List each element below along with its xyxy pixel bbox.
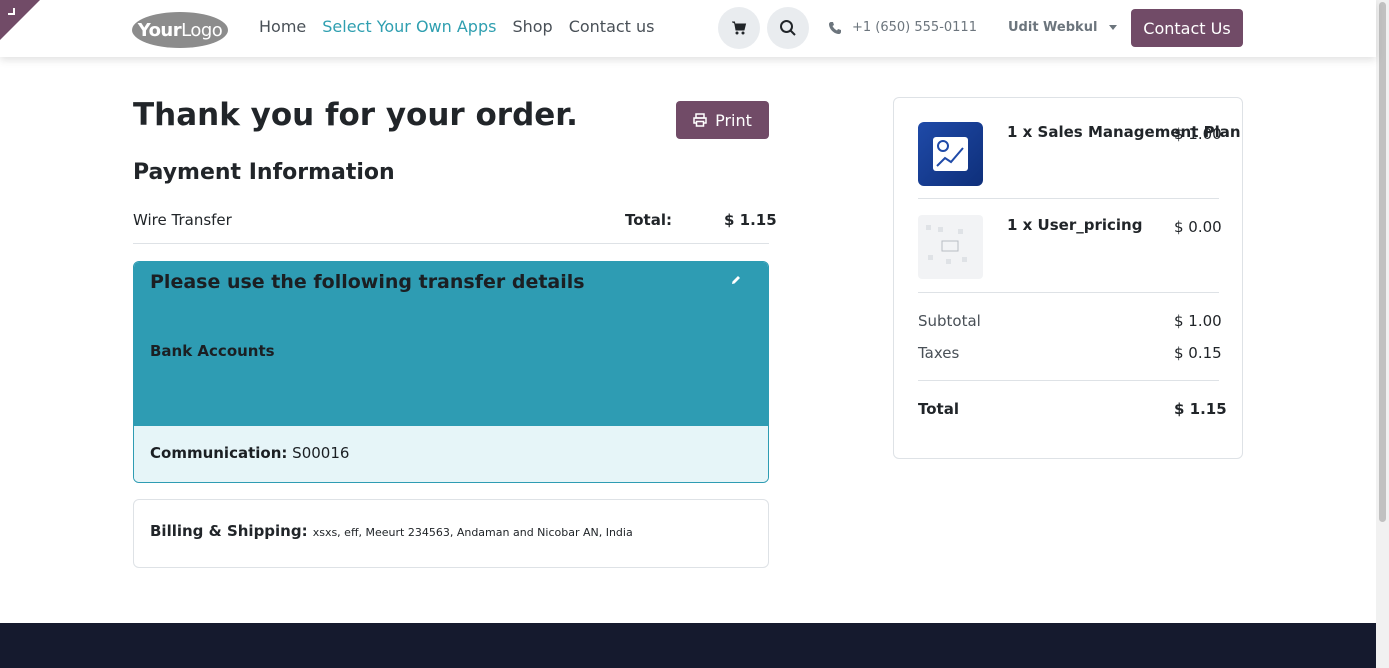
divider [918, 380, 1219, 381]
taxes-value: $ 0.15 [1174, 344, 1222, 362]
divider [918, 198, 1219, 199]
site-header: Your Logo Home Select Your Own Apps Shop … [0, 0, 1376, 57]
nav-contact-us[interactable]: Contact us [569, 17, 655, 36]
transfer-details-panel: Please use the following transfer detail… [133, 261, 769, 483]
billing-shipping-panel: Billing & Shipping: xsxs, eff, Meeurt 23… [133, 499, 769, 568]
pricing-grid-icon [926, 225, 967, 264]
item-price: $ 1.00 [1174, 125, 1222, 143]
nav-home[interactable]: Home [259, 17, 306, 36]
subtotal-value: $ 1.00 [1174, 312, 1222, 330]
order-total-label: Total: [625, 211, 672, 229]
edit-mode-corner-icon[interactable] [0, 0, 40, 40]
user-pricing-image [918, 215, 983, 279]
print-label: Print [715, 110, 752, 130]
divider [133, 243, 769, 244]
cart-icon [732, 21, 747, 35]
billing-shipping-label: Billing & Shipping: [150, 522, 308, 540]
communication-text: Communication: S00016 [150, 444, 349, 462]
payment-method: Wire Transfer [133, 211, 232, 229]
print-button[interactable]: Print [676, 101, 769, 139]
phone-icon [829, 21, 841, 34]
search-button[interactable] [767, 7, 809, 49]
transfer-details-header: Please use the following transfer detail… [134, 262, 768, 426]
chart-icon [933, 137, 968, 171]
contact-us-button[interactable]: Contact Us [1131, 9, 1243, 47]
billing-shipping-address: xsxs, eff, Meeurt 234563, Andaman and Ni… [312, 526, 633, 539]
nav-select-your-own-apps[interactable]: Select Your Own Apps [322, 17, 496, 36]
site-logo[interactable]: Your Logo [132, 12, 228, 48]
bank-accounts-label: Bank Accounts [150, 342, 275, 360]
communication-label: Communication: [150, 444, 288, 462]
transfer-details-title: Please use the following transfer detail… [150, 271, 585, 293]
item-price: $ 0.00 [1174, 218, 1222, 236]
payment-heading: Payment Information [133, 160, 395, 185]
divider [918, 292, 1219, 293]
user-name: Udit Webkul [1008, 20, 1098, 35]
subtotal-label: Subtotal [918, 312, 981, 330]
phone-link[interactable]: +1 (650) 555-0111 [828, 20, 977, 35]
summary-total-label: Total [918, 400, 959, 418]
page-scrollbar[interactable] [1376, 0, 1389, 668]
item-name: 1 x User_pricing [1007, 216, 1143, 234]
phone-number: +1 (650) 555-0111 [852, 20, 977, 35]
taxes-label: Taxes [918, 344, 960, 362]
summary-total-value: $ 1.15 [1174, 400, 1227, 418]
scrollbar-thumb[interactable] [1379, 2, 1386, 522]
site-footer [0, 623, 1376, 668]
communication-row: Communication: S00016 [134, 426, 768, 482]
order-summary-card: 1 x Sales Management Plan $ 1.00 1 x Use… [893, 97, 1243, 459]
print-icon [693, 113, 707, 127]
chevron-down-icon [1109, 25, 1118, 30]
search-icon [780, 20, 796, 36]
nav-shop[interactable]: Shop [512, 17, 552, 36]
sales-management-plan-image [918, 122, 983, 186]
cart-button[interactable] [718, 7, 760, 49]
pencil-icon[interactable] [730, 274, 742, 286]
user-menu[interactable]: Udit Webkul [1008, 20, 1118, 35]
order-total-value: $ 1.15 [724, 211, 777, 229]
billing-shipping-text: Billing & Shipping: xsxs, eff, Meeurt 23… [150, 521, 633, 540]
communication-value: S00016 [292, 444, 350, 462]
page-title: Thank you for your order. [133, 97, 578, 133]
main-nav: Home Select Your Own Apps Shop Contact u… [259, 17, 655, 36]
